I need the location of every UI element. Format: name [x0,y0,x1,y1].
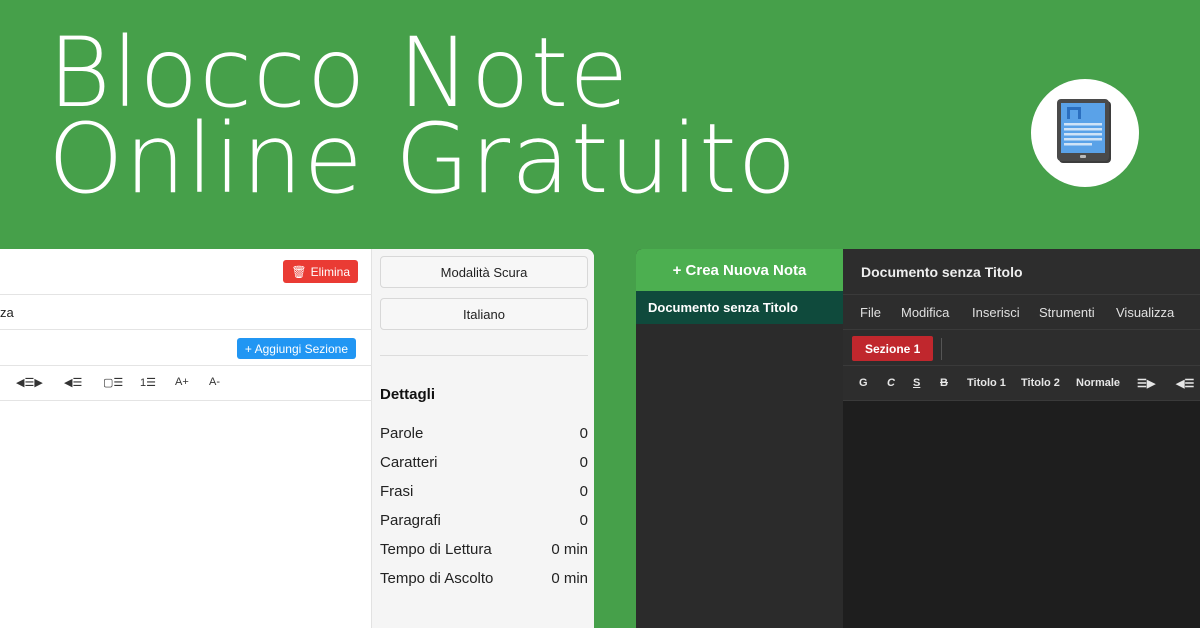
dark-editor-area[interactable] [843,401,1200,628]
light-header-row: 🗑 Elimina [0,249,372,295]
heading-1-button[interactable]: Titolo 1 [967,377,1006,389]
light-editor-column: 🗑 Elimina za + Aggiungi Sezione ◀☰▶ ◀☰ ▢… [0,249,372,628]
document-title[interactable]: Documento senza Titolo [861,264,1023,280]
light-app-window: 🗑 Elimina za + Aggiungi Sezione ◀☰▶ ◀☰ ▢… [0,249,594,628]
stat-words: Parole 0 [380,425,588,442]
add-section-button[interactable]: + Aggiungi Sezione [236,338,356,359]
stat-paragraphs: Paragrafi 0 [380,512,588,529]
sidebar-divider [380,355,588,356]
menu-item-modifica[interactable]: Modifica [901,305,949,320]
hero-title: Blocco Note Online Gratuito [48,25,798,215]
light-sidebar: Modalità Scura Italiano Dettagli Parole … [372,249,594,628]
dark-header-row: Documento senza Titolo [843,249,1200,295]
normal-text-button[interactable]: Normale [1076,377,1120,389]
menu-item-strumenti[interactable]: Strumenti [1039,305,1095,320]
dark-menu-bar: File Modifica Inserisci Strumenti Visual… [843,295,1200,330]
stat-value: 0 [579,454,588,471]
note-list-item-active[interactable]: Documento senza Titolo [636,291,843,324]
dark-editor-column: Documento senza Titolo File Modifica Ins… [843,249,1200,628]
stat-label: Parole [380,425,424,442]
notepad-tablet-icon [1057,99,1111,163]
light-sections-row: + Aggiungi Sezione [0,330,372,366]
dark-app-window: + Crea Nuova Nota Documento senza Titolo… [636,249,1200,628]
light-menu-row: za [0,295,372,330]
language-button[interactable]: Italiano [380,298,588,330]
align-left-icon[interactable]: ◀☰ [1176,377,1194,390]
stat-label: Caratteri [380,454,438,471]
app-logo [1031,79,1139,187]
align-left-icon[interactable]: ◀☰ [64,376,82,389]
stat-reading-time: Tempo di Lettura 0 min [380,541,588,558]
menu-item-visualizza[interactable]: Visualizza [1116,305,1174,320]
dark-sections-row: Sezione 1 [843,330,1200,366]
sections-divider [941,338,942,360]
delete-button-label: Elimina [310,264,350,279]
dark-sidebar: + Crea Nuova Nota Documento senza Titolo [636,249,843,628]
align-right-icon[interactable]: ☰▶ [1137,377,1155,390]
dark-format-toolbar: G C S B Titolo 1 Titolo 2 Normale ☰▶ ◀☰ [843,366,1200,401]
delete-button[interactable]: 🗑 Elimina [283,260,358,283]
tab-section-1[interactable]: Sezione 1 [852,336,934,361]
stat-label: Tempo di Ascolto [380,570,494,587]
stat-label: Frasi [380,483,414,500]
menu-item-inserisci[interactable]: Inserisci [972,305,1020,320]
stat-value: 0 [579,425,588,442]
menu-item-file[interactable]: File [860,305,881,320]
align-center-icon[interactable]: ◀☰▶ [16,376,43,389]
bullet-list-icon[interactable]: ▢☰ [103,376,123,389]
stat-value: 0 [579,512,588,529]
stat-listening-time: Tempo di Ascolto 0 min [380,570,588,587]
light-format-toolbar: ◀☰▶ ◀☰ ▢☰ 1☰ A+ A- [0,366,372,401]
dark-mode-button[interactable]: Modalità Scura [380,256,588,288]
stat-characters: Caratteri 0 [380,454,588,471]
details-title: Dettagli [380,386,436,403]
numbered-list-icon[interactable]: 1☰ [140,376,156,389]
stat-value: 0 min [551,570,588,587]
heading-2-button[interactable]: Titolo 2 [1021,377,1060,389]
stat-value: 0 min [551,541,588,558]
trash-icon: 🗑 [291,264,307,279]
create-note-button[interactable]: + Crea Nuova Nota [636,249,843,291]
decrease-font-button[interactable]: A- [209,376,220,388]
increase-font-button[interactable]: A+ [175,376,189,388]
stat-label: Tempo di Lettura [380,541,492,558]
underline-button[interactable]: S [913,377,920,389]
stat-label: Paragrafi [380,512,441,529]
stat-value: 0 [579,483,588,500]
stat-sentences: Frasi 0 [380,483,588,500]
strikethrough-button[interactable]: B [940,377,948,389]
menu-item-visualizza[interactable]: za [0,305,14,320]
italic-button[interactable]: C [887,377,895,389]
hero-title-line2: Online Gratuito [48,103,798,215]
bold-button[interactable]: G [859,377,868,389]
